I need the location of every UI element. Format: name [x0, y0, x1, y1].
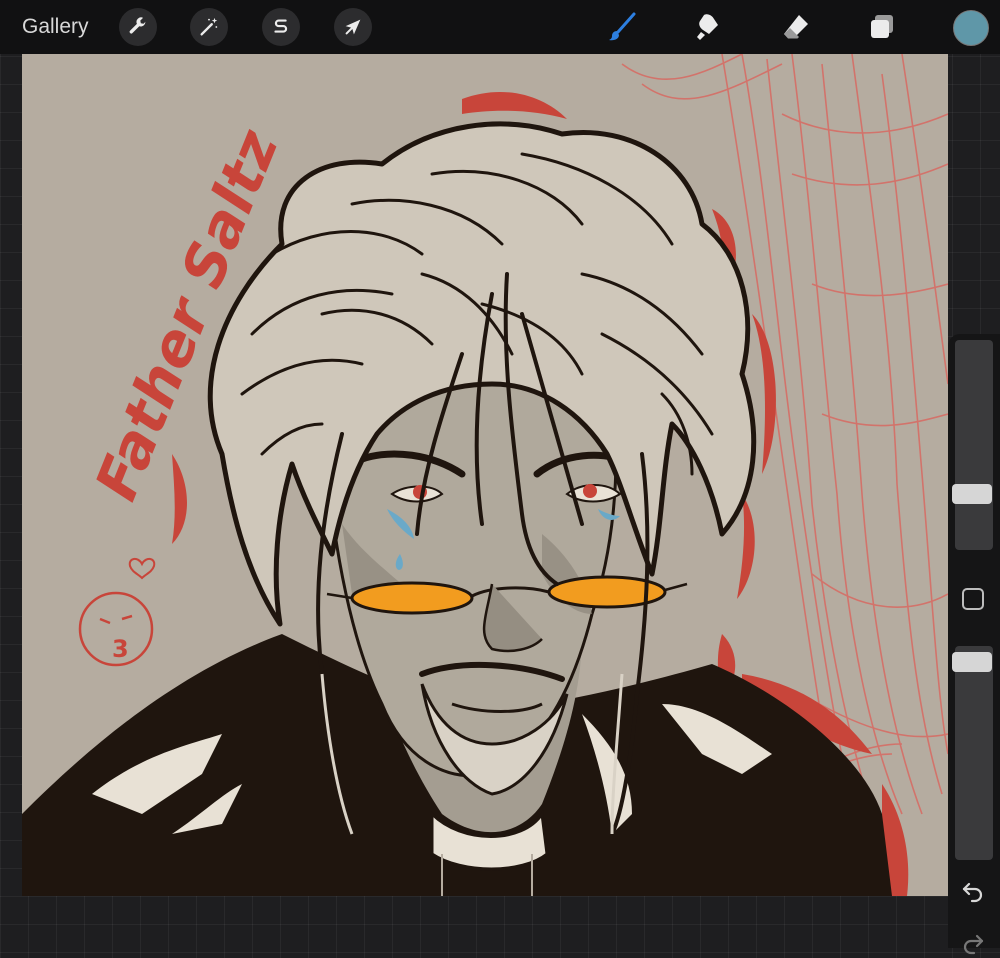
smudge-tool-button[interactable] [690, 10, 726, 44]
undo-icon [962, 882, 983, 903]
layers-button[interactable] [864, 10, 900, 44]
magic-wand-icon [200, 17, 218, 36]
brush-sidebar [948, 334, 1000, 955]
selection-button[interactable] [262, 8, 300, 46]
smudge-icon [697, 14, 718, 40]
color-swatch[interactable] [953, 10, 989, 46]
artwork: Father Saltz 3 [22, 54, 948, 896]
undo-button[interactable] [958, 876, 988, 906]
brush-tool-button[interactable] [604, 10, 640, 44]
opacity-slider[interactable] [955, 646, 993, 860]
selection-s-icon [274, 19, 288, 33]
top-toolbar: Gallery [0, 0, 1000, 54]
redo-icon [963, 934, 984, 955]
transform-button[interactable] [334, 8, 372, 46]
wrench-icon [129, 17, 147, 34]
doodle-number: 3 [112, 635, 129, 663]
eraser-tool-button[interactable] [778, 10, 814, 44]
brush-icon [609, 12, 636, 41]
layers-icon [871, 15, 893, 38]
actions-button[interactable] [119, 8, 157, 46]
brush-size-slider[interactable] [955, 340, 993, 550]
adjustments-button[interactable] [190, 8, 228, 46]
redo-button[interactable] [958, 928, 988, 958]
modify-button[interactable] [962, 588, 984, 610]
drawing-canvas[interactable]: Father Saltz 3 [22, 54, 948, 896]
gallery-button[interactable]: Gallery [22, 14, 89, 40]
opacity-slider-thumb[interactable] [952, 652, 992, 672]
brush-size-slider-thumb[interactable] [952, 484, 992, 504]
eraser-icon [784, 15, 808, 39]
arrow-cursor-icon [345, 19, 361, 35]
